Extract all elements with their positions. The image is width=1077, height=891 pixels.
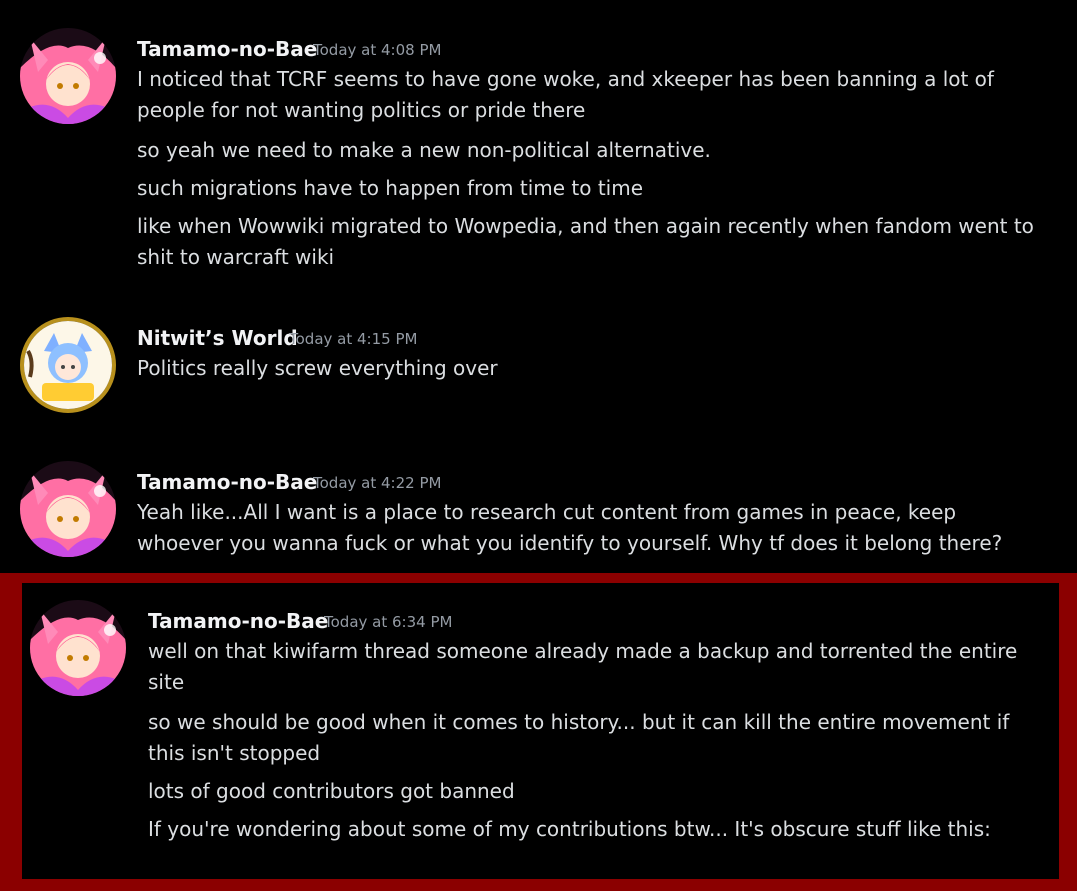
- message-text: so yeah we need to make a new non-politi…: [137, 138, 711, 162]
- avatar[interactable]: [20, 317, 116, 413]
- timestamp[interactable]: Today at 6:34 PM: [324, 613, 452, 631]
- author-name[interactable]: Tamamo-no-Bae: [137, 37, 317, 61]
- timestamp[interactable]: Today at 4:22 PM: [313, 474, 441, 492]
- timestamp[interactable]: Today at 4:08 PM: [313, 41, 441, 59]
- cat-girl-avatar-icon: [24, 321, 112, 409]
- message-text: such migrations have to happen from time…: [137, 176, 644, 200]
- author-name[interactable]: Nitwit’s World: [137, 326, 298, 350]
- message-text: lots of good contributors got banned: [148, 779, 515, 803]
- message-text: If you're wondering about some of my con…: [148, 817, 991, 841]
- fox-girl-avatar-icon: [20, 461, 116, 557]
- message-text: Politics really screw everything over: [137, 356, 498, 380]
- avatar[interactable]: [20, 28, 116, 124]
- highlighted-message: Tamamo-no-Bae Today at 6:34 PM well on t…: [22, 583, 1059, 879]
- message-text: so we should be good when it comes to hi…: [148, 710, 1010, 765]
- author-name[interactable]: Tamamo-no-Bae: [148, 609, 328, 633]
- message-text: well on that kiwifarm thread someone alr…: [148, 639, 1018, 694]
- message-text: like when Wowwiki migrated to Wowpedia, …: [137, 214, 1034, 269]
- fox-girl-avatar-icon: [30, 600, 126, 696]
- author-name[interactable]: Tamamo-no-Bae: [137, 470, 317, 494]
- highlight-frame: Tamamo-no-Bae Today at 6:34 PM well on t…: [0, 573, 1077, 891]
- avatar[interactable]: [20, 461, 116, 557]
- message-text: Yeah like...All I want is a place to res…: [137, 500, 1003, 555]
- avatar[interactable]: [30, 600, 126, 696]
- timestamp[interactable]: Today at 4:15 PM: [289, 330, 417, 348]
- fox-girl-avatar-icon: [20, 28, 116, 124]
- message-text: I noticed that TCRF seems to have gone w…: [137, 67, 994, 122]
